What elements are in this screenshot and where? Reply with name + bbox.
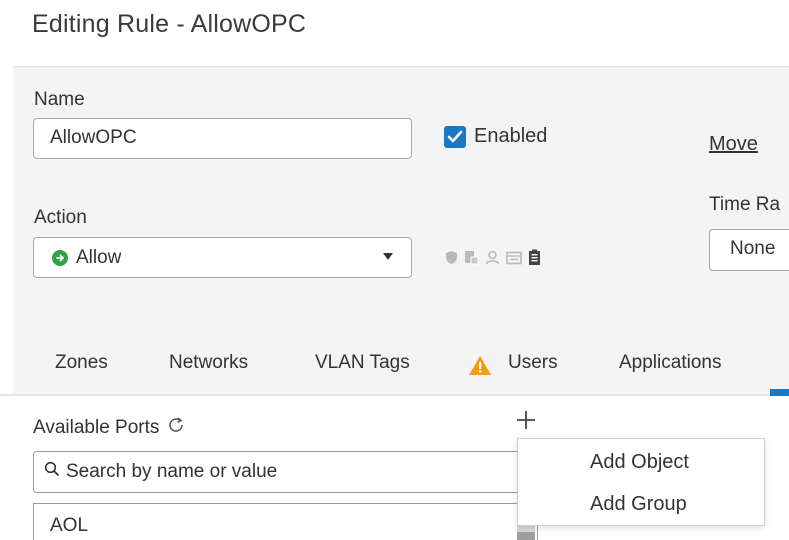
list-item[interactable]: AOL [50,515,88,537]
enabled-toggle[interactable]: Enabled [444,125,547,148]
scrollbar-thumb[interactable] [517,532,535,540]
enabled-checkbox[interactable] [444,125,466,148]
enabled-label: Enabled [474,125,548,147]
user-icon[interactable] [485,250,500,270]
page-title: Editing Rule - AllowOPC [32,10,307,38]
available-ports-header: Available Ports [33,416,185,440]
active-tab-indicator [770,389,789,396]
warning-icon [468,355,492,381]
time-range-select[interactable]: None [709,229,789,271]
action-label: Action [34,207,87,228]
name-field[interactable]: AllowOPC [33,118,412,159]
action-options-icons [445,249,541,271]
search-icon [44,461,60,483]
ports-search-input[interactable]: Search by name or value [33,451,538,493]
file-icon[interactable] [464,250,479,270]
tab-zones[interactable]: Zones [55,352,108,374]
shield-icon[interactable] [445,250,458,270]
allow-arrow-icon [52,249,68,266]
tab-users[interactable]: Users [508,352,558,374]
rule-settings-panel [13,66,789,394]
refresh-icon[interactable] [167,416,185,440]
action-select[interactable]: Allow [33,237,412,278]
tab-vlan-tags[interactable]: VLAN Tags [315,352,410,374]
move-link[interactable]: Move [709,133,758,156]
tab-applications[interactable]: Applications [619,352,721,374]
window-icon[interactable] [506,251,522,270]
menu-item-add-group[interactable]: Add Group [590,493,687,516]
menu-item-add-object[interactable]: Add Object [590,451,689,474]
available-ports-list: AOL [33,503,538,540]
search-placeholder: Search by name or value [66,461,278,482]
available-ports-label: Available Ports [33,417,160,438]
check-icon [447,130,463,142]
name-label: Name [34,89,85,110]
divider [0,394,789,396]
clipboard-icon[interactable] [528,249,541,271]
add-icon[interactable] [515,408,537,436]
add-dropdown-menu: Add Object Add Group [517,438,765,526]
action-select-value: Allow [76,246,122,268]
chevron-down-icon [383,253,393,260]
tab-networks[interactable]: Networks [169,352,248,374]
time-range-label: Time Ra [709,194,781,215]
